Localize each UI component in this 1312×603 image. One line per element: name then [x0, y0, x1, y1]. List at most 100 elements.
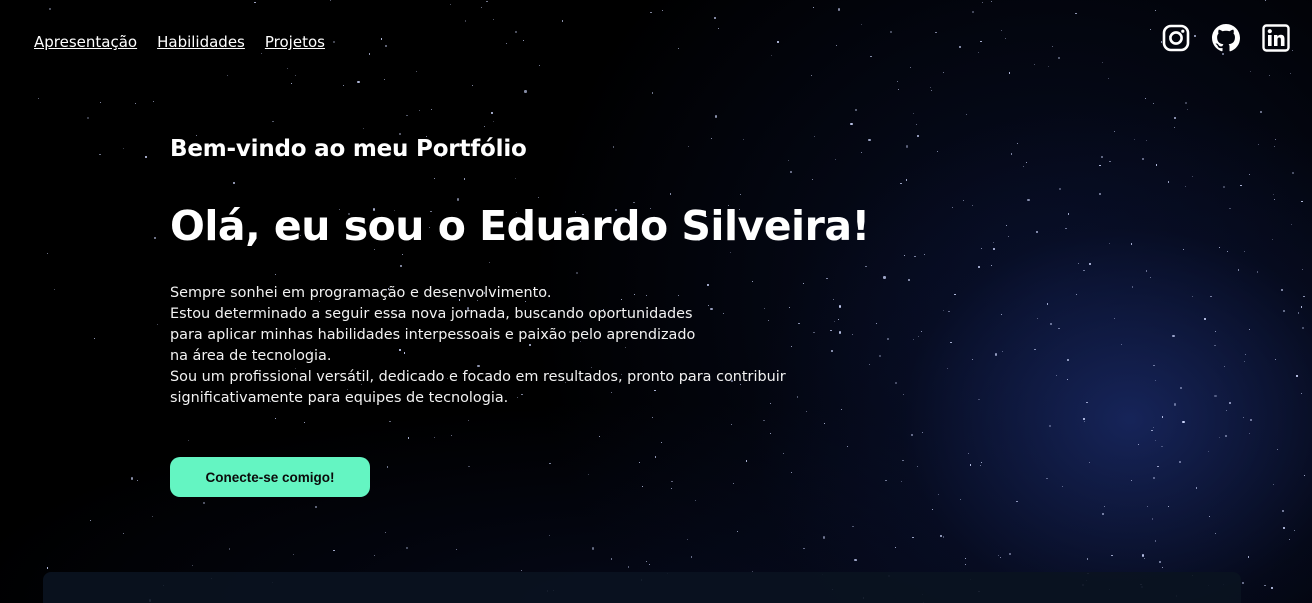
star — [962, 200, 964, 202]
star — [1257, 143, 1260, 146]
instagram-link[interactable] — [1162, 24, 1190, 52]
star — [610, 558, 613, 560]
star — [1185, 186, 1187, 188]
star — [1161, 416, 1163, 418]
star — [1068, 213, 1070, 215]
star — [1162, 566, 1164, 568]
star — [930, 89, 933, 92]
star — [822, 536, 825, 539]
star — [1161, 446, 1163, 448]
star — [1159, 561, 1161, 563]
star — [151, 515, 153, 517]
star — [415, 70, 417, 73]
star — [1196, 487, 1198, 489]
star — [952, 206, 954, 208]
star — [946, 368, 948, 370]
star — [89, 519, 91, 522]
star — [870, 55, 872, 58]
star — [481, 7, 483, 9]
star — [654, 456, 657, 458]
star — [1214, 344, 1216, 346]
star — [911, 434, 913, 436]
star — [993, 248, 996, 251]
star — [677, 48, 679, 50]
star — [1055, 374, 1057, 376]
star — [1027, 198, 1030, 201]
star — [1264, 584, 1266, 587]
star — [731, 424, 733, 426]
star — [122, 532, 125, 534]
star — [292, 553, 294, 555]
star — [333, 41, 335, 43]
star — [1017, 142, 1019, 144]
nav-link-habilidades[interactable]: Habilidades — [157, 33, 245, 51]
star — [1184, 101, 1187, 104]
star — [971, 359, 973, 361]
star — [965, 558, 967, 560]
nav-link-apresentacao[interactable]: Apresentação — [34, 33, 137, 51]
star — [362, 128, 365, 130]
star — [770, 54, 773, 56]
star — [1214, 394, 1217, 397]
star — [1155, 9, 1157, 11]
star — [450, 435, 452, 437]
star — [1229, 402, 1232, 405]
star — [694, 499, 696, 501]
star — [1075, 12, 1077, 15]
star — [227, 75, 229, 77]
star — [1084, 420, 1086, 422]
star — [805, 410, 807, 412]
star — [431, 109, 432, 111]
star — [1000, 556, 1002, 558]
star — [912, 537, 914, 539]
star — [357, 80, 360, 83]
nav-link-projetos[interactable]: Projetos — [265, 33, 325, 51]
star — [1260, 111, 1262, 113]
star — [1207, 450, 1209, 452]
star — [1223, 185, 1226, 188]
star — [1301, 392, 1303, 394]
connect-button[interactable]: Conecte-se comigo! — [170, 457, 370, 497]
star — [406, 114, 408, 116]
star — [1218, 437, 1220, 439]
star — [855, 108, 858, 111]
star — [1137, 444, 1140, 446]
star — [1016, 500, 1018, 503]
star — [905, 179, 908, 181]
star — [1283, 527, 1285, 529]
star — [1046, 303, 1049, 305]
star — [274, 417, 276, 419]
star — [1274, 359, 1276, 361]
star — [384, 79, 386, 81]
star — [917, 465, 919, 467]
star — [1155, 440, 1157, 442]
description-line: na área de tecnologia. — [170, 348, 332, 364]
star — [910, 67, 912, 69]
star — [904, 254, 906, 256]
star — [272, 121, 274, 123]
github-link[interactable] — [1212, 24, 1240, 52]
star — [968, 453, 970, 455]
star — [418, 109, 420, 111]
star — [929, 87, 932, 89]
star — [1155, 540, 1157, 542]
linkedin-link[interactable] — [1262, 24, 1290, 52]
star — [99, 153, 101, 156]
star — [1271, 239, 1274, 241]
star — [1272, 483, 1274, 486]
star — [1153, 365, 1155, 367]
star — [990, 265, 992, 267]
star — [1099, 192, 1102, 196]
star — [783, 452, 785, 454]
star — [980, 247, 982, 249]
star — [1237, 269, 1240, 271]
star — [538, 64, 540, 67]
star — [386, 466, 389, 468]
star — [861, 23, 863, 25]
star — [916, 124, 918, 126]
star — [549, 462, 551, 465]
star — [1010, 153, 1013, 155]
star — [1290, 223, 1292, 225]
star — [1099, 164, 1101, 167]
star — [1157, 465, 1159, 468]
